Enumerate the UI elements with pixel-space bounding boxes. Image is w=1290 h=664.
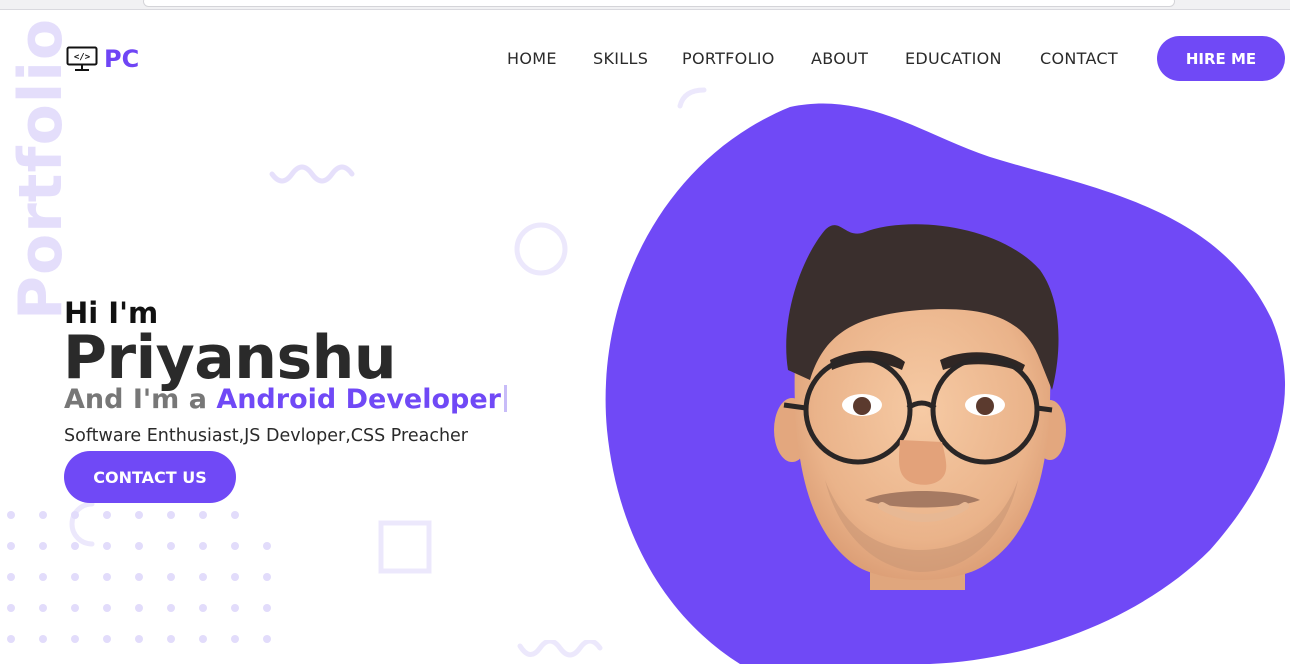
decor-dot	[167, 511, 175, 519]
nav-about[interactable]: ABOUT	[811, 49, 868, 68]
decor-dot	[167, 635, 175, 643]
decor-dot	[71, 635, 79, 643]
decor-dot	[71, 573, 79, 581]
decor-dot	[231, 604, 239, 612]
decor-dot	[135, 511, 143, 519]
nav-skills[interactable]: SKILLS	[593, 49, 648, 68]
decor-dot	[103, 542, 111, 550]
main-nav: HOME SKILLS PORTFOLIO ABOUT EDUCATION CO…	[0, 47, 1290, 71]
decor-dot	[103, 635, 111, 643]
decor-dot	[199, 604, 207, 612]
decor-dot	[231, 542, 239, 550]
role-line: And I'm a Android Developer	[64, 384, 507, 415]
decor-dot	[263, 635, 271, 643]
decor-dot	[263, 604, 271, 612]
decor-dot	[263, 573, 271, 581]
nav-contact[interactable]: CONTACT	[1040, 49, 1118, 68]
decor-dot	[7, 542, 15, 550]
square-decoration	[378, 520, 432, 574]
squiggle-decoration	[269, 164, 355, 184]
nav-home[interactable]: HOME	[507, 49, 557, 68]
address-bar[interactable]	[143, 0, 1175, 7]
decor-dot	[135, 542, 143, 550]
nav-portfolio[interactable]: PORTFOLIO	[682, 49, 775, 68]
decor-dot	[71, 511, 79, 519]
decor-dot	[39, 573, 47, 581]
decor-dot	[39, 511, 47, 519]
decor-dot	[199, 635, 207, 643]
typing-caret	[504, 385, 507, 412]
contact-us-button[interactable]: CONTACT US	[64, 451, 236, 503]
decor-dot	[7, 573, 15, 581]
decor-dot	[199, 573, 207, 581]
role-highlight: Android Developer	[216, 384, 501, 415]
decor-dot	[39, 542, 47, 550]
decor-dot	[167, 604, 175, 612]
decor-dot	[71, 604, 79, 612]
tagline-text: Software Enthusiast,JS Devloper,CSS Prea…	[64, 426, 468, 446]
ring-decoration	[514, 222, 568, 276]
decor-dot	[199, 511, 207, 519]
decor-dot	[167, 573, 175, 581]
role-prefix: And I'm a	[64, 384, 217, 415]
decor-dot	[231, 511, 239, 519]
decor-dot	[103, 604, 111, 612]
hero-name: Priyanshu	[63, 323, 397, 393]
decor-dot	[263, 542, 271, 550]
decor-dot	[71, 542, 79, 550]
decor-dot	[39, 604, 47, 612]
decor-dot	[7, 511, 15, 519]
decor-dot	[135, 604, 143, 612]
browser-chrome	[0, 0, 1290, 10]
decor-dot	[7, 604, 15, 612]
nav-education[interactable]: EDUCATION	[905, 49, 1002, 68]
hire-me-button[interactable]: HIRE ME	[1157, 36, 1285, 81]
decor-dot	[167, 542, 175, 550]
decor-dot	[199, 542, 207, 550]
memoji-avatar	[774, 224, 1066, 590]
decor-dot	[135, 635, 143, 643]
decor-dot	[231, 635, 239, 643]
decor-dot	[103, 573, 111, 581]
squiggle-decoration-bottom	[517, 640, 603, 658]
decor-dot	[39, 635, 47, 643]
decor-dot	[103, 511, 111, 519]
dot-grid-decoration	[7, 511, 271, 643]
decor-dot	[135, 573, 143, 581]
decor-dot	[7, 635, 15, 643]
decor-dot	[231, 573, 239, 581]
